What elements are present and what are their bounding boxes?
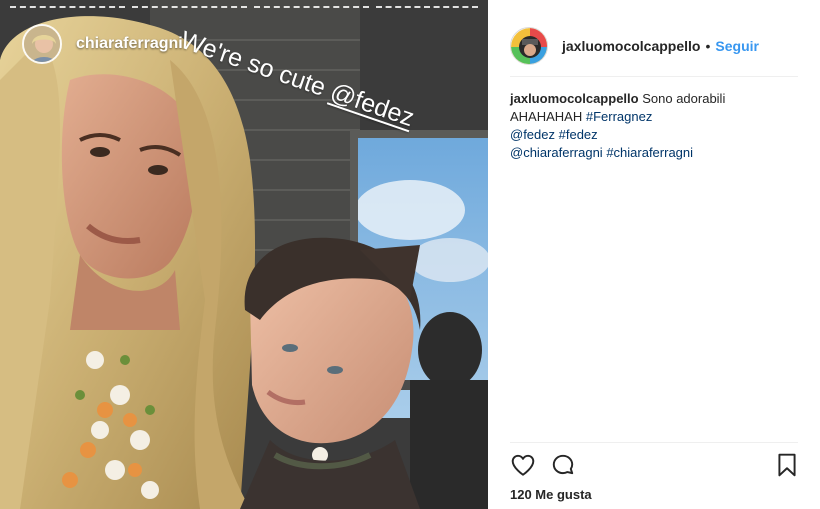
caption-line-4: @chiaraferragni #chiaraferragni [510, 144, 800, 162]
comment-icon[interactable] [550, 452, 576, 478]
caption-line-2: AHAHAHAH #Ferragnez [510, 108, 800, 126]
caption-text: Sono adorabili [642, 91, 726, 106]
follow-button[interactable]: Seguir [715, 38, 759, 54]
mention-fedez[interactable]: @fedez [510, 127, 555, 142]
hashtag-fedez[interactable]: #fedez [559, 127, 598, 142]
author-username[interactable]: jaxluomocolcappello [562, 38, 700, 54]
post-header: jaxluomocolcappello • Seguir [510, 16, 798, 76]
post-sidebar: jaxluomocolcappello • Seguir jaxluomocol… [488, 0, 820, 509]
post-actions [510, 452, 800, 480]
caption-line-1: jaxluomocolcappello Sono adorabili [510, 90, 800, 108]
bookmark-icon[interactable] [774, 452, 800, 478]
story-header: chiaraferragni [22, 24, 183, 64]
story-username[interactable]: chiaraferragni [76, 35, 183, 53]
header-divider [510, 76, 798, 77]
post-caption: jaxluomocolcappello Sono adorabili AHAHA… [510, 90, 800, 162]
caption-line-3: @fedez #fedez [510, 126, 800, 144]
mention-chiaraferragni[interactable]: @chiaraferragni [510, 145, 603, 160]
story-progress-bars [10, 6, 478, 9]
caption-laugh: AHAHAHAH [510, 109, 583, 124]
hashtag-ferragnez[interactable]: #Ferragnez [586, 109, 652, 124]
author-avatar[interactable] [510, 27, 548, 65]
hashtag-chiaraferragni[interactable]: #chiaraferragni [606, 145, 693, 160]
likes-count[interactable]: 120 Me gusta [510, 487, 592, 502]
caption-username[interactable]: jaxluomocolcappello [510, 91, 639, 106]
header-separator: • [705, 38, 711, 54]
story-avatar[interactable] [22, 24, 62, 64]
post-media[interactable]: chiaraferragni We're so cute @fedez [0, 0, 488, 509]
actions-divider [510, 442, 798, 443]
heart-icon[interactable] [510, 452, 536, 478]
